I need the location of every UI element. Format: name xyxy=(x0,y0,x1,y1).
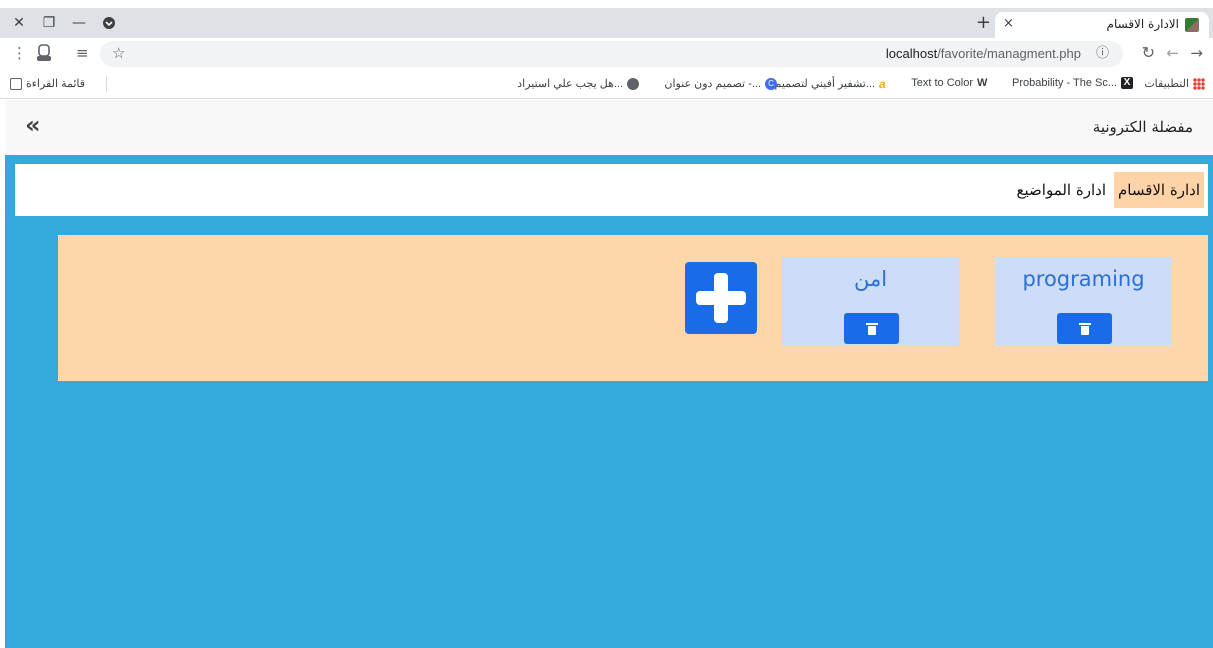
apps-grid-icon xyxy=(1193,77,1205,90)
category-title[interactable]: امن xyxy=(782,267,959,291)
tab-active[interactable]: الادارة الاقسام × xyxy=(995,12,1209,38)
bookmarks-bar: التطبيقات Probability - The Sc... X Text… xyxy=(0,69,1213,99)
minimize-window-icon[interactable]: — xyxy=(68,12,90,34)
tab-close-icon[interactable]: × xyxy=(1003,16,1014,31)
plus-icon-vertical xyxy=(714,273,728,323)
w-logo-icon: W xyxy=(977,77,988,89)
bookmark-text-to-color[interactable]: Text to Color W xyxy=(911,77,989,89)
a-logo-icon: a xyxy=(879,76,886,91)
tab-manage-sections[interactable]: ادارة الاقسام xyxy=(1113,172,1204,208)
forward-arrow-icon[interactable]: → xyxy=(1190,44,1203,62)
delete-category-button[interactable] xyxy=(1057,313,1112,344)
address-bar[interactable]: ☆ localhost/favorite/managment.php ⓘ xyxy=(100,41,1123,67)
reading-list-button[interactable]: قائمة القراءة xyxy=(10,77,85,90)
reading-queue-icon[interactable]: ≡ xyxy=(76,44,89,62)
bookmark-apps[interactable]: التطبيقات xyxy=(1144,77,1205,90)
menu-kebab-icon[interactable]: ⋮ xyxy=(12,44,27,62)
add-category-button[interactable] xyxy=(685,262,757,334)
tab-bar: ✕ ❐ — + الادارة الاقسام × xyxy=(0,8,1213,38)
x-logo-icon: X xyxy=(1121,77,1133,89)
category-title[interactable]: programing xyxy=(995,267,1172,291)
trash-icon xyxy=(1078,322,1091,335)
category-card[interactable]: programing xyxy=(995,257,1172,346)
window-top-edge xyxy=(0,0,1213,8)
bookmark-import-question[interactable]: هل يجب علي استيراد... xyxy=(517,77,639,90)
canva-icon: C xyxy=(765,77,777,90)
site-navbar: مفضلة الكترونية « xyxy=(5,100,1213,155)
sub-navigation: ادارة الاقسام ادارة المواضيع xyxy=(15,164,1208,216)
new-tab-button[interactable]: + xyxy=(976,14,991,32)
reload-icon[interactable]: ↻ xyxy=(1142,44,1155,62)
page-body: مفضلة الكترونية « ادارة الاقسام ادارة ال… xyxy=(5,100,1213,648)
restore-window-icon[interactable]: ❐ xyxy=(38,12,60,34)
back-arrow-icon[interactable]: ← xyxy=(1166,44,1179,62)
category-card[interactable]: امن xyxy=(782,257,959,346)
bookmark-affine[interactable]: تشفير أفيني لتصميم... a xyxy=(775,76,891,91)
trash-icon xyxy=(865,322,878,335)
site-brand[interactable]: مفضلة الكترونية xyxy=(1093,118,1193,136)
tab-title: الادارة الاقسام xyxy=(1106,17,1179,31)
site-info-icon[interactable]: ⓘ xyxy=(1096,45,1109,63)
bookmark-probability[interactable]: Probability - The Sc... X xyxy=(1012,77,1133,89)
collapse-sidebar-icon[interactable]: « xyxy=(25,112,40,138)
tab-search-icon[interactable] xyxy=(98,12,120,34)
url-text[interactable]: localhost/favorite/managment.php xyxy=(886,46,1081,61)
reading-list-icon xyxy=(10,77,22,90)
categories-panel: programing امن xyxy=(58,235,1208,381)
tab-manage-topics[interactable]: ادارة المواضيع xyxy=(1013,172,1110,208)
bookmarks-divider xyxy=(106,76,107,92)
close-window-icon[interactable]: ✕ xyxy=(8,12,30,34)
globe-icon xyxy=(627,77,639,90)
profile-icon[interactable] xyxy=(36,44,52,66)
bookmark-canva[interactable]: تصميم دون عنوان -... C xyxy=(664,77,777,90)
bookmark-star-icon[interactable]: ☆ xyxy=(112,44,125,62)
tab-favicon-icon xyxy=(1185,18,1199,32)
delete-category-button[interactable] xyxy=(844,313,899,344)
browser-toolbar: ⋮ ≡ ☆ localhost/favorite/managment.php ⓘ… xyxy=(0,38,1213,69)
